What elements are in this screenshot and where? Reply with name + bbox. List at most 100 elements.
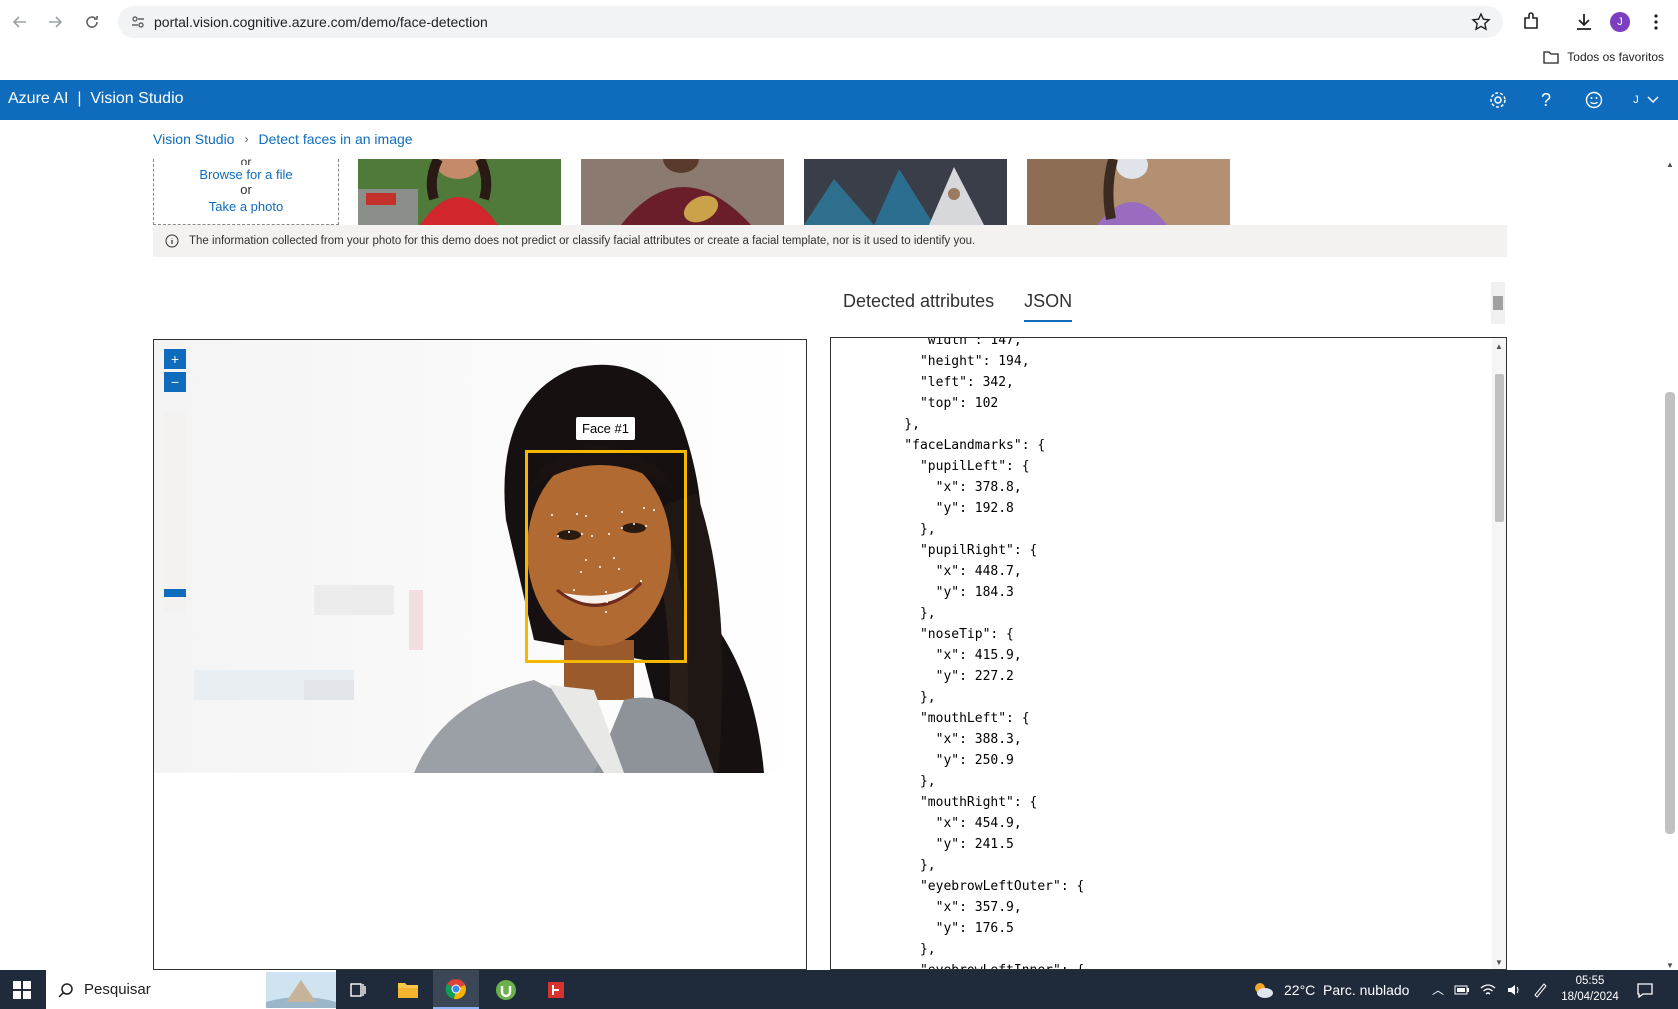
system-tray[interactable]: ︿ xyxy=(1432,970,1548,1009)
breadcrumb-separator-icon: › xyxy=(244,132,249,146)
face-bounding-box[interactable] xyxy=(525,450,687,663)
chrome-icon[interactable] xyxy=(433,970,479,1009)
json-line: "top": 102 xyxy=(873,396,999,411)
task-view-icon[interactable] xyxy=(335,970,381,1009)
weather-cloud-icon xyxy=(1255,982,1273,998)
json-line: "x": 448.7, xyxy=(873,564,1022,579)
app-icon[interactable] xyxy=(533,970,579,1009)
site-settings-icon[interactable] xyxy=(130,14,146,30)
json-line: "pupilLeft": { xyxy=(873,459,1030,474)
breadcrumb: Vision Studio › Detect faces in an image xyxy=(153,131,413,147)
settings-gear-icon[interactable] xyxy=(1486,88,1510,112)
json-scrollbar[interactable]: ▲ ▼ xyxy=(1492,338,1506,969)
zoom-slider-track[interactable] xyxy=(164,413,186,613)
sample-image-3[interactable] xyxy=(804,159,1007,225)
forward-icon[interactable] xyxy=(43,10,67,34)
utorrent-icon[interactable] xyxy=(483,970,529,1009)
browse-file-link[interactable]: Browse for a file xyxy=(154,167,338,182)
bookmarks-folder[interactable]: Todos os favoritos xyxy=(1543,50,1664,64)
extensions-icon[interactable] xyxy=(1519,10,1543,34)
clock[interactable]: 05:55 18/04/2024 xyxy=(1550,973,1630,1005)
zoom-slider-thumb[interactable] xyxy=(164,589,186,597)
app-header: Azure AI | Vision Studio ? J xyxy=(0,80,1678,120)
tab-detected-attributes[interactable]: Detected attributes xyxy=(843,291,994,322)
json-line: "x": 357.9, xyxy=(873,900,1022,915)
folder-icon xyxy=(1543,51,1559,64)
page-scroll-thumb[interactable] xyxy=(1665,392,1675,834)
result-tabs: Detected attributes JSON xyxy=(843,291,1073,322)
tab-json[interactable]: JSON xyxy=(1024,291,1073,322)
json-line: "y": 192.8 xyxy=(873,501,1014,516)
page-scroll-down-icon[interactable]: ▼ xyxy=(1666,961,1674,970)
tabs-scroll-thumb[interactable] xyxy=(1493,296,1503,310)
search-placeholder: Pesquisar xyxy=(84,981,151,998)
scroll-up-arrow-icon[interactable]: ▲ xyxy=(1495,342,1503,351)
scroll-down-arrow-icon[interactable]: ▼ xyxy=(1495,958,1503,967)
weather-widget[interactable]: 22°C Parc. nublado xyxy=(1252,970,1409,1009)
json-line: "pupilRight": { xyxy=(873,543,1038,558)
json-line: "y": 176.5 xyxy=(873,921,1014,936)
menu-icon[interactable] xyxy=(1644,10,1668,34)
app-title[interactable]: Azure AI | Vision Studio xyxy=(8,90,184,108)
url-text[interactable]: portal.vision.cognitive.azure.com/demo/f… xyxy=(154,14,488,30)
sample-image-4[interactable] xyxy=(1027,159,1230,225)
json-output[interactable]: "width": 147, "height": 194, "left": 342… xyxy=(873,337,1085,969)
face-label: Face #1 xyxy=(576,417,635,440)
page-scrollbar[interactable]: ▲ ▼ xyxy=(1662,160,1678,970)
upload-dropzone[interactable]: or Browse for a file or Take a photo xyxy=(153,159,339,225)
taskbar-search[interactable]: Pesquisar xyxy=(46,970,336,1009)
analyzed-photo xyxy=(154,340,806,773)
json-line: "x": 378.8, xyxy=(873,480,1022,495)
file-explorer-icon[interactable] xyxy=(385,970,431,1009)
json-line: }, xyxy=(873,942,936,957)
json-line: "eyebrowLeftInner": { xyxy=(873,960,1084,969)
json-panel: "width": 147, "height": 194, "left": 342… xyxy=(830,337,1507,970)
bookmarks-label: Todos os favoritos xyxy=(1567,50,1664,64)
battery-icon[interactable] xyxy=(1454,984,1470,996)
search-icon xyxy=(58,982,73,998)
download-icon[interactable] xyxy=(1572,10,1596,34)
sample-image-1[interactable] xyxy=(358,159,561,225)
page-scroll-up-icon[interactable]: ▲ xyxy=(1666,160,1674,169)
zoom-in-button[interactable]: + xyxy=(164,349,186,369)
volume-icon[interactable] xyxy=(1506,983,1522,997)
json-line: "x": 415.9, xyxy=(873,648,1022,663)
json-line: "eyebrowLeftOuter": { xyxy=(873,879,1085,894)
json-line: "y": 241.5 xyxy=(873,837,1014,852)
privacy-info-text: The information collected from your phot… xyxy=(189,235,976,247)
json-line: "faceLandmarks": { xyxy=(873,438,1046,453)
breadcrumb-current[interactable]: Detect faces in an image xyxy=(258,131,412,147)
address-bar[interactable]: portal.vision.cognitive.azure.com/demo/f… xyxy=(118,6,1503,38)
clock-time: 05:55 xyxy=(1575,975,1605,987)
zoom-out-button[interactable]: − xyxy=(164,372,186,392)
tray-chevron-up-icon[interactable]: ︿ xyxy=(1432,981,1444,998)
json-scroll-thumb[interactable] xyxy=(1495,374,1504,522)
pen-icon[interactable] xyxy=(1532,982,1548,998)
json-line: "y": 250.9 xyxy=(873,753,1014,768)
reload-icon[interactable] xyxy=(80,10,104,34)
account-menu[interactable]: J xyxy=(1624,88,1668,112)
wifi-icon[interactable] xyxy=(1480,983,1496,997)
profile-avatar[interactable]: J xyxy=(1610,12,1630,32)
help-icon[interactable]: ? xyxy=(1534,88,1558,112)
clock-date: 18/04/2024 xyxy=(1561,991,1619,1003)
json-line: "width": 147, xyxy=(873,337,1022,348)
json-line: "y": 184.3 xyxy=(873,585,1014,600)
breadcrumb-root[interactable]: Vision Studio xyxy=(153,131,234,147)
sample-image-2[interactable] xyxy=(581,159,784,225)
notifications-icon[interactable] xyxy=(1636,970,1654,1009)
feedback-smiley-icon[interactable] xyxy=(1582,88,1606,112)
account-initial: J xyxy=(1633,94,1639,106)
json-line: "mouthLeft": { xyxy=(873,711,1030,726)
windows-start-icon[interactable] xyxy=(0,970,44,1009)
tabs-scrollbar[interactable] xyxy=(1491,282,1505,324)
bookmark-star-icon[interactable] xyxy=(1471,12,1491,32)
json-line: }, xyxy=(873,417,920,432)
back-icon[interactable] xyxy=(8,10,32,34)
json-line: "left": 342, xyxy=(873,375,1014,390)
json-line: }, xyxy=(873,522,936,537)
info-icon xyxy=(165,234,179,248)
json-line: }, xyxy=(873,858,936,873)
upload-or: or xyxy=(240,182,252,197)
take-photo-link[interactable]: Take a photo xyxy=(154,199,338,214)
